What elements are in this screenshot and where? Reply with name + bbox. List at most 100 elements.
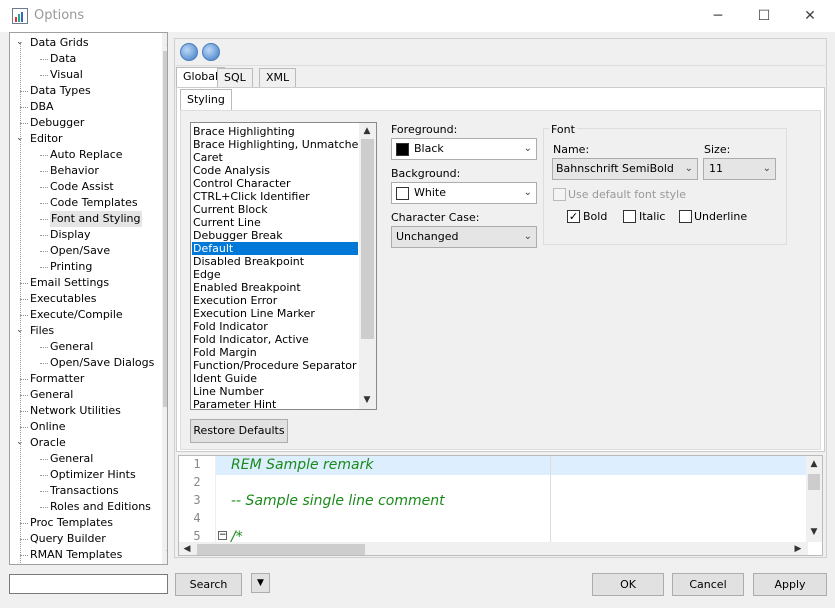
tree-item[interactable]: Data Grids xyxy=(30,35,89,51)
style-element-item[interactable]: Control Character xyxy=(193,177,291,190)
style-element-item[interactable]: Function/Procedure Separator xyxy=(193,359,357,372)
search-options-dropdown[interactable]: ▼ xyxy=(251,573,270,593)
list-scroll-thumb[interactable] xyxy=(361,139,374,339)
cancel-button[interactable]: Cancel xyxy=(672,573,744,596)
style-element-item[interactable]: Debugger Break xyxy=(193,229,283,242)
close-button[interactable]: ✕ xyxy=(787,0,833,32)
tree-item[interactable]: Online xyxy=(30,419,65,435)
style-element-item[interactable]: Current Line xyxy=(193,216,261,229)
tree-item[interactable]: Network Utilities xyxy=(30,403,121,419)
tree-item[interactable]: Files xyxy=(30,323,54,339)
foreground-label: Foreground: xyxy=(391,123,458,136)
style-element-item[interactable]: Enabled Breakpoint xyxy=(193,281,301,294)
tree-item[interactable]: Formatter xyxy=(30,371,84,387)
search-input[interactable] xyxy=(9,574,168,594)
character-case-select[interactable]: Unchanged ⌄ xyxy=(391,226,537,248)
style-element-item[interactable]: CTRL+Click Identifier xyxy=(193,190,310,203)
font-size-select[interactable]: 11 ⌄ xyxy=(703,158,776,180)
tree-scroll-thumb[interactable] xyxy=(163,51,167,407)
tree-item[interactable]: Display xyxy=(50,227,91,243)
tree-item[interactable]: DBA xyxy=(30,99,54,115)
style-element-item[interactable]: Execution Error xyxy=(193,294,277,307)
style-element-item[interactable]: Default xyxy=(192,242,358,255)
italic-checkbox[interactable] xyxy=(623,210,636,223)
editor-hscroll-thumb[interactable] xyxy=(197,544,365,555)
tree-item[interactable]: Executables xyxy=(30,291,97,307)
apply-button[interactable]: Apply xyxy=(753,573,827,596)
tree-item[interactable]: Printing xyxy=(50,259,92,275)
style-element-item[interactable]: Line Number xyxy=(193,385,264,398)
scroll-right-icon[interactable]: ▶ xyxy=(790,544,806,554)
tab-xml[interactable]: XML xyxy=(259,68,297,88)
style-element-item[interactable]: Code Analysis xyxy=(193,164,270,177)
tree-item[interactable]: Data xyxy=(50,51,76,67)
maximize-button[interactable]: ☐ xyxy=(741,0,787,32)
tree-item[interactable]: Data Types xyxy=(30,83,91,99)
editor-vscrollbar[interactable]: ▲ ▼ xyxy=(806,456,822,542)
style-element-item[interactable]: Ident Guide xyxy=(193,372,257,385)
editor-hscrollbar[interactable]: ◀ ▶ xyxy=(179,542,808,555)
scroll-down-icon[interactable]: ▼ xyxy=(162,549,168,559)
style-element-item[interactable]: Fold Margin xyxy=(193,346,257,359)
scroll-down-icon[interactable]: ▼ xyxy=(806,527,822,537)
list-scrollbar[interactable]: ▲ ▼ xyxy=(359,123,376,409)
tree-item[interactable]: Auto Replace xyxy=(50,147,123,163)
style-element-item[interactable]: Current Block xyxy=(193,203,268,216)
style-element-item[interactable]: Execution Line Marker xyxy=(193,307,315,320)
style-element-item[interactable]: Caret xyxy=(193,151,223,164)
fold-icon[interactable]: − xyxy=(218,531,227,540)
tree-item[interactable]: Editor xyxy=(30,131,63,147)
tree-item[interactable]: Oracle xyxy=(30,435,66,451)
foreground-select[interactable]: Black ⌄ xyxy=(391,138,537,160)
use-default-font-checkbox[interactable] xyxy=(553,188,566,201)
tree-item[interactable]: Open/Save Dialogs xyxy=(50,355,154,371)
scroll-up-icon[interactable]: ▲ xyxy=(806,459,822,469)
code-preview[interactable]: 1 REM Sample remark 2 3 -- Sample single lin… xyxy=(178,455,823,556)
tree-item[interactable]: Font and Styling xyxy=(50,211,142,227)
tree-item[interactable]: Proc Templates xyxy=(30,515,113,531)
style-element-item[interactable]: Brace Highlighting, Unmatched xyxy=(193,138,365,151)
style-element-item[interactable]: Edge xyxy=(193,268,221,281)
style-element-item[interactable]: Parameter Hint xyxy=(193,398,276,409)
scroll-up-icon[interactable]: ▲ xyxy=(359,126,375,136)
tree-item[interactable]: Visual xyxy=(50,67,83,83)
options-tree[interactable]: ⌄ Data Grids Data Visual Data Types DBA Debugg… xyxy=(9,32,168,565)
font-name-select[interactable]: Bahnschrift SemiBold ⌄ xyxy=(552,158,698,180)
tree-item[interactable]: Debugger xyxy=(30,115,84,131)
tab-sql[interactable]: SQL xyxy=(217,68,253,88)
ok-button[interactable]: OK xyxy=(592,573,664,596)
tree-scrollbar[interactable]: ▲ ▼ xyxy=(162,33,168,564)
tab-styling[interactable]: Styling xyxy=(180,89,232,111)
scroll-up-icon[interactable]: ▲ xyxy=(162,37,168,47)
underline-checkbox[interactable] xyxy=(679,210,692,223)
tree-item[interactable]: Email Settings xyxy=(30,275,109,291)
tree-item[interactable]: Code Assist xyxy=(50,179,114,195)
search-button[interactable]: Search xyxy=(175,573,242,596)
scroll-left-icon[interactable]: ◀ xyxy=(179,544,195,554)
scroll-down-icon[interactable]: ▼ xyxy=(359,395,375,405)
bold-checkbox[interactable]: ✓ xyxy=(567,210,580,223)
tree-item[interactable]: Transactions xyxy=(50,483,119,499)
tree-item[interactable]: Behavior xyxy=(50,163,99,179)
tree-item[interactable]: General xyxy=(50,339,93,355)
editor-vscroll-thumb[interactable] xyxy=(808,474,820,490)
style-element-item[interactable]: Fold Indicator, Active xyxy=(193,333,309,346)
tree-item[interactable]: Code Templates xyxy=(50,195,138,211)
export-icon[interactable] xyxy=(202,43,220,61)
style-element-item[interactable]: Fold Indicator xyxy=(193,320,268,333)
tree-item[interactable]: Execute/Compile xyxy=(30,307,123,323)
tree-item[interactable]: Query Builder xyxy=(30,531,106,547)
style-element-item[interactable]: Brace Highlighting xyxy=(193,125,295,138)
minimize-button[interactable]: ─ xyxy=(695,0,741,32)
tree-item[interactable]: General xyxy=(50,451,93,467)
background-select[interactable]: White ⌄ xyxy=(391,182,537,204)
style-element-list[interactable]: Brace Highlighting Brace Highlighting, Un… xyxy=(190,122,377,410)
tree-item[interactable]: Optimizer Hints xyxy=(50,467,136,483)
style-element-item[interactable]: Disabled Breakpoint xyxy=(193,255,304,268)
tree-item[interactable]: Open/Save xyxy=(50,243,110,259)
restore-defaults-button[interactable]: Restore Defaults xyxy=(190,419,288,443)
tree-item[interactable]: Roles and Editions xyxy=(50,499,151,515)
import-icon[interactable] xyxy=(180,43,198,61)
tree-item[interactable]: General xyxy=(30,387,73,403)
tree-item[interactable]: RMAN Templates xyxy=(30,547,122,563)
